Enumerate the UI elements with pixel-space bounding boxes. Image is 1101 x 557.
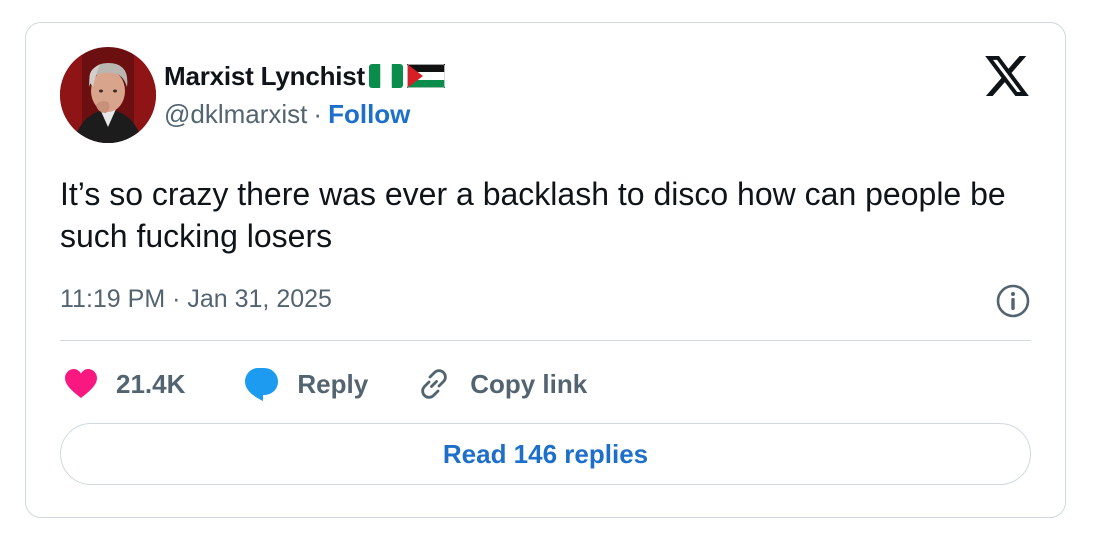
separator-dot: · xyxy=(313,99,323,129)
tweet-timestamp[interactable]: 11:19 PM · Jan 31, 2025 xyxy=(60,285,332,314)
like-button[interactable]: 21.4K xyxy=(64,368,185,400)
divider xyxy=(60,340,1031,341)
reply-label: Reply xyxy=(297,368,369,399)
x-logo-icon[interactable] xyxy=(985,56,1029,96)
avatar[interactable] xyxy=(60,47,156,143)
author-handle[interactable]: @dklmarxist xyxy=(164,99,307,130)
author-name-row[interactable]: Marxist Lynchist xyxy=(164,59,446,93)
copy-link-label: Copy link xyxy=(470,368,588,399)
speech-bubble-icon xyxy=(245,368,279,401)
tweet-text: It’s so crazy there was ever a backlash … xyxy=(60,176,1006,254)
tweet-card: Marxist Lynchist @dklmarxist · Follow It… xyxy=(25,22,1066,518)
author-handle-row: @dklmarxist · Follow xyxy=(164,99,410,130)
reply-button[interactable]: Reply xyxy=(243,366,368,402)
action-bar: 21.4K Reply Copy link xyxy=(64,361,587,407)
avatar-image xyxy=(60,47,156,143)
info-icon[interactable] xyxy=(995,283,1031,319)
like-count: 21.4K xyxy=(116,368,186,399)
palestine-flag-icon xyxy=(407,64,446,88)
heart-icon xyxy=(65,369,97,398)
author-display-name[interactable]: Marxist Lynchist xyxy=(164,61,365,92)
nigeria-flag-icon xyxy=(369,64,404,88)
follow-button[interactable]: Follow xyxy=(328,99,410,130)
link-icon xyxy=(421,369,447,399)
read-replies-button[interactable]: Read 146 replies xyxy=(60,423,1031,485)
copy-link-button[interactable]: Copy link xyxy=(416,366,587,402)
